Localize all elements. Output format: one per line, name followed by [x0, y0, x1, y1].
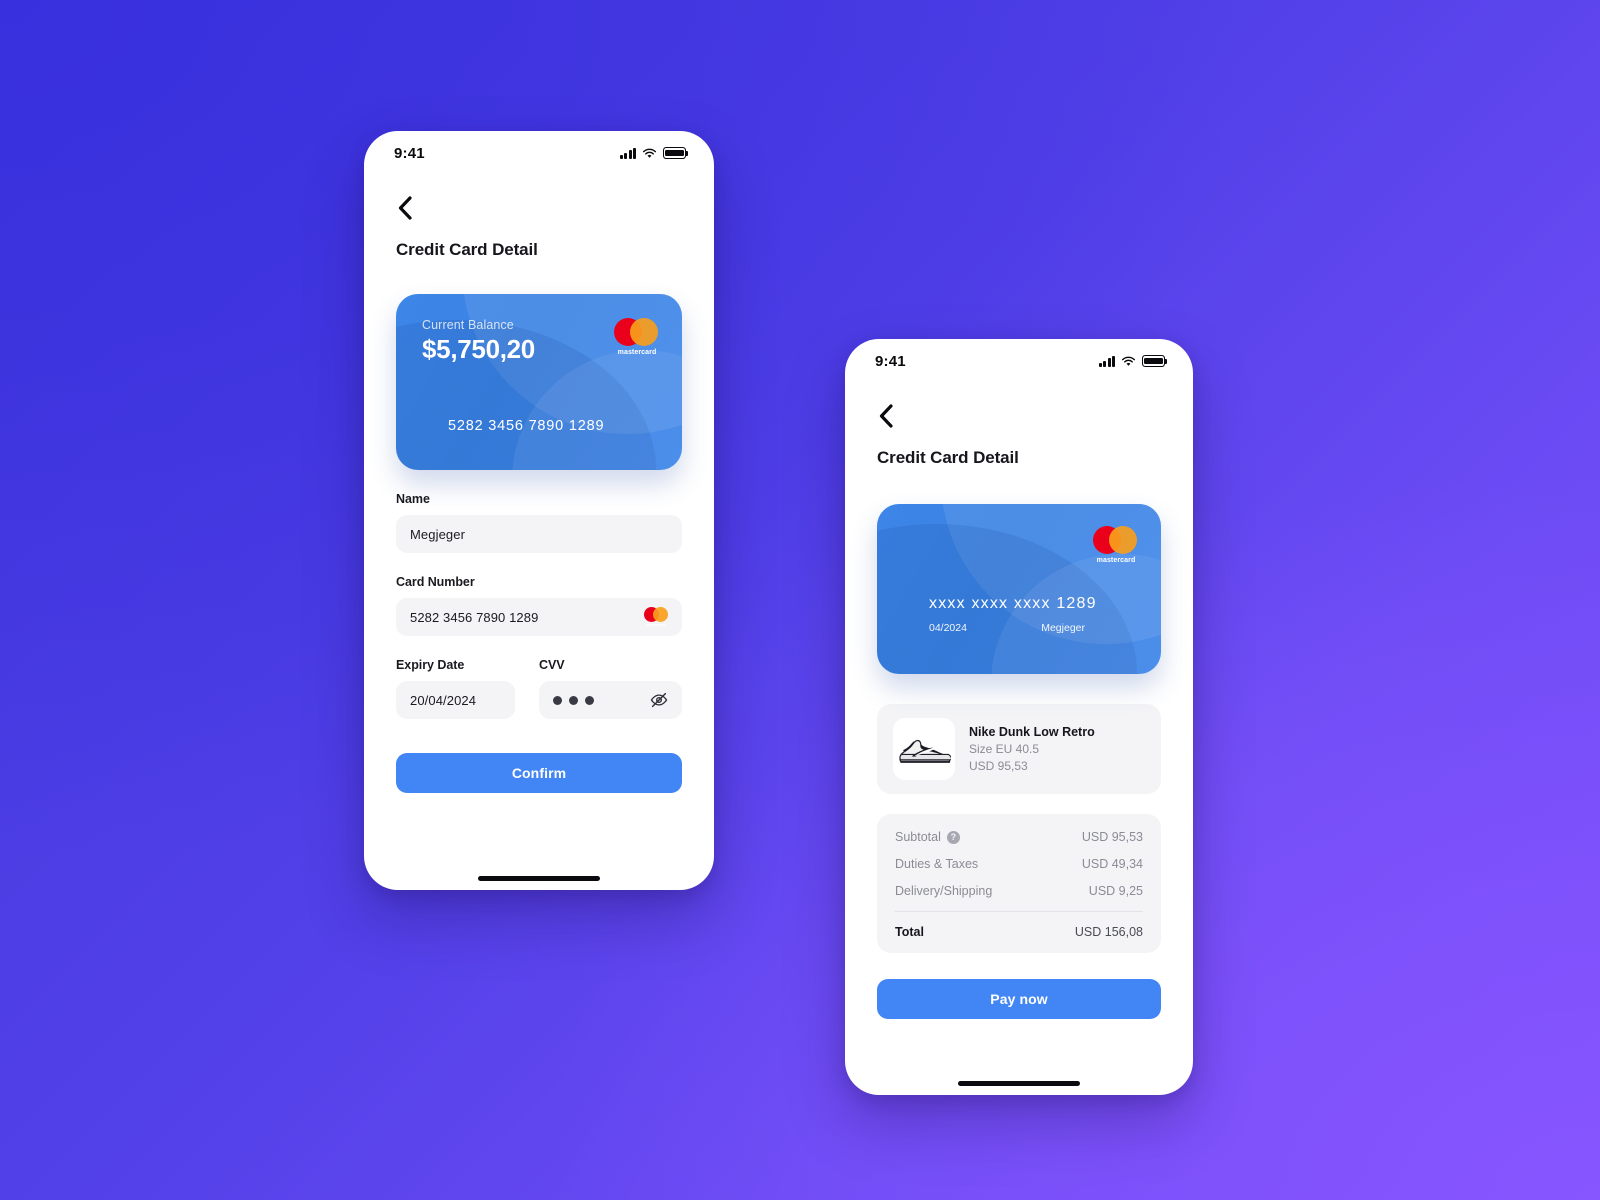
signal-bars-icon: [1098, 355, 1115, 367]
summary-label-text: Duties & Taxes: [895, 857, 979, 871]
battery-icon: [1142, 355, 1168, 367]
status-time: 9:41: [394, 144, 425, 162]
card-number-label: Card Number: [396, 575, 475, 589]
card-number-input[interactable]: 5282 3456 7890 1289 mastercard: [396, 598, 682, 636]
expiry-input-value: 20/04/2024: [410, 692, 477, 708]
product-item[interactable]: Nike Dunk Low Retro Size EU 40.5 USD 95,…: [877, 704, 1161, 794]
expiry-input[interactable]: 20/04/2024: [396, 681, 515, 719]
product-size: Size EU 40.5: [969, 742, 1040, 756]
card-expiry-display: 04/2024: [929, 622, 967, 634]
summary-label: Subtotal ?: [895, 830, 960, 844]
balance-label: Current Balance: [422, 318, 514, 332]
mastercard-wordmark: mastercard: [617, 349, 657, 356]
product-price: USD 95,53: [969, 759, 1028, 773]
mastercard-wordmark: mastercard: [1096, 557, 1136, 564]
home-indicator: [958, 1081, 1080, 1086]
summary-value: USD 49,34: [1081, 857, 1143, 871]
summary-value: USD 95,53: [1081, 830, 1143, 844]
cvv-input[interactable]: [539, 681, 682, 719]
mastercard-wordmark-small: mastercard: [646, 623, 666, 627]
summary-row-delivery: Delivery/Shipping USD 9,25: [895, 884, 1143, 898]
card-number-display: xxxx xxxx xxxx 1289: [929, 595, 1097, 612]
mastercard-icon: mastercard: [1093, 526, 1139, 564]
order-summary: Subtotal ? USD 95,53 Duties & Taxes USD …: [877, 814, 1161, 953]
phone-right: 9:41 Credit Card Detail mastercard xxxx …: [845, 339, 1193, 1095]
credit-card-visual[interactable]: mastercard xxxx xxxx xxxx 1289 04/2024 M…: [877, 504, 1161, 674]
battery-icon: [663, 147, 689, 159]
balance-value: $5,750,20: [422, 334, 535, 364]
total-label: Total: [895, 925, 924, 939]
page-title: Credit Card Detail: [396, 240, 538, 259]
home-indicator: [478, 876, 600, 881]
eye-off-icon[interactable]: [650, 691, 668, 709]
mastercard-icon: mastercard: [644, 607, 668, 627]
confirm-button-wrap: Confirm: [396, 753, 682, 793]
name-input-value: Megjeger: [410, 526, 465, 542]
status-icons: [619, 147, 689, 159]
name-field-group: Name Megjeger: [396, 492, 682, 553]
wifi-icon: [642, 148, 657, 158]
card-number-field-group: Card Number 5282 3456 7890 1289 masterca…: [396, 575, 682, 636]
summary-value: USD 9,25: [1088, 884, 1143, 898]
help-circle-icon[interactable]: ?: [946, 830, 960, 844]
phone-left: 9:41 Credit Card Detail Current Balance …: [364, 131, 714, 890]
expiry-cvv-row: Expiry Date 20/04/2024 CVV: [396, 658, 682, 719]
credit-card-visual[interactable]: Current Balance $5,750,20 mastercard 528…: [396, 294, 682, 470]
summary-row-duties: Duties & Taxes USD 49,34: [895, 857, 1143, 871]
summary-label-text: Delivery/Shipping: [895, 884, 993, 898]
card-number-input-value: 5282 3456 7890 1289: [410, 609, 539, 625]
pay-now-button[interactable]: Pay now: [877, 979, 1161, 1019]
status-icons: [1098, 355, 1168, 367]
name-input[interactable]: Megjeger: [396, 515, 682, 553]
status-bar-left: 9:41: [364, 131, 714, 175]
chevron-left-icon: [398, 196, 412, 220]
page-title: Credit Card Detail: [877, 448, 1019, 467]
summary-row-total: Total USD 156,08: [895, 925, 1143, 939]
cvv-field-group: CVV: [539, 658, 682, 719]
mastercard-icon: mastercard: [614, 318, 660, 356]
back-button[interactable]: [877, 401, 907, 431]
signal-bars-icon: [619, 147, 636, 159]
product-thumbnail: [893, 718, 955, 780]
summary-row-subtotal: Subtotal ? USD 95,53: [895, 830, 1143, 844]
summary-label: Duties & Taxes: [895, 857, 978, 871]
summary-divider: [895, 911, 1143, 912]
cvv-label: CVV: [539, 658, 565, 672]
chevron-left-icon: [879, 404, 893, 428]
summary-label: Delivery/Shipping: [895, 884, 992, 898]
cvv-masked-value: [553, 695, 594, 705]
expiry-field-group: Expiry Date 20/04/2024: [396, 658, 539, 719]
sneaker-image: [899, 739, 951, 763]
confirm-button[interactable]: Confirm: [396, 753, 682, 793]
product-info: Nike Dunk Low Retro Size EU 40.5 USD 95,…: [969, 725, 1095, 773]
status-time: 9:41: [875, 352, 906, 370]
name-label: Name: [396, 492, 430, 506]
pay-now-button-wrap: Pay now: [877, 979, 1161, 1019]
card-holder-display: Megjeger: [1041, 622, 1085, 634]
total-value: USD 156,08: [1074, 925, 1143, 939]
wifi-icon: [1121, 356, 1136, 366]
status-bar-right: 9:41: [845, 339, 1193, 383]
product-name: Nike Dunk Low Retro: [969, 725, 1095, 739]
expiry-label: Expiry Date: [396, 658, 465, 672]
card-number-display: 5282 3456 7890 1289: [448, 418, 605, 434]
back-button[interactable]: [396, 193, 426, 223]
summary-label-text: Subtotal: [895, 830, 941, 844]
